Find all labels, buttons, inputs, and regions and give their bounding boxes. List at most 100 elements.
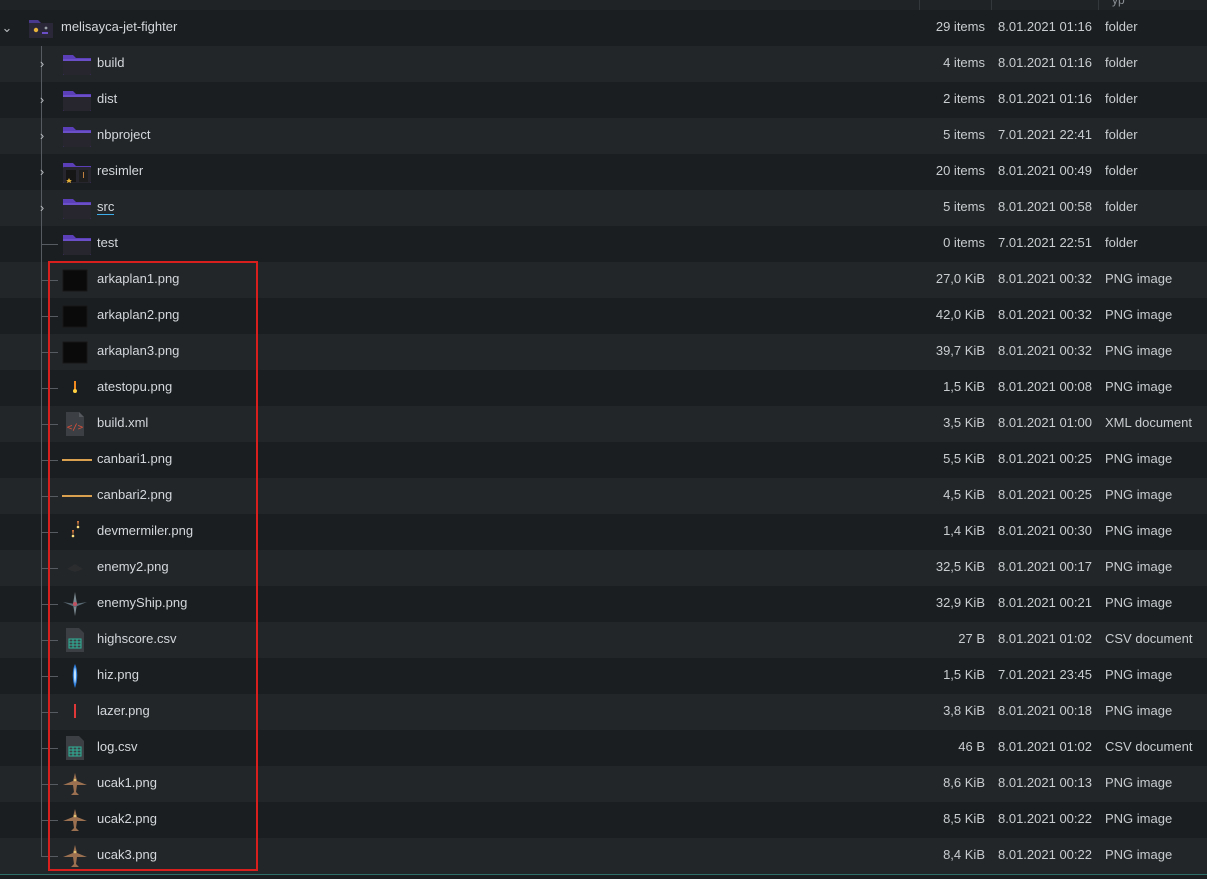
file-name: nbproject	[97, 127, 151, 142]
file-date: 8.01.2021 00:18	[998, 703, 1092, 718]
tree-row[interactable]: </> build.xml 3,5 KiB 8.01.2021 01:00 XML do…	[0, 406, 1207, 442]
tree-row[interactable]: arkaplan3.png 39,7 KiB 8.01.2021 00:32 PNG …	[0, 334, 1207, 370]
file-date: 8.01.2021 01:02	[998, 739, 1092, 754]
tree-branch-line	[41, 244, 58, 245]
file-type: PNG image	[1105, 847, 1173, 862]
file-size: 29 items	[935, 19, 985, 34]
file-date: 8.01.2021 00:32	[998, 343, 1092, 358]
folder-special-icon	[27, 14, 55, 42]
file-date: 8.01.2021 00:49	[998, 163, 1092, 178]
file-type: PNG image	[1105, 775, 1173, 790]
tree-branch-line	[41, 712, 58, 713]
tree-row[interactable]: canbari1.png 5,5 KiB 8.01.2021 00:25 PNG im…	[0, 442, 1207, 478]
tree-branch-line	[41, 838, 42, 857]
tree-row[interactable]: log.csv 46 B 8.01.2021 01:02 CSV document	[0, 730, 1207, 766]
tree-row-root[interactable]: ⌄ melisayca-jet-fighter 29 items 8.01.20…	[0, 10, 1207, 46]
file-type: folder	[1105, 199, 1138, 214]
tree-row[interactable]: › src 5 items 8.01.2021 00:58 folder	[0, 190, 1207, 226]
tree-row[interactable]: arkaplan2.png 42,0 KiB 8.01.2021 00:32 PNG …	[0, 298, 1207, 334]
column-separator[interactable]	[1098, 0, 1099, 10]
folder-icon	[61, 122, 91, 150]
tree-row[interactable]: enemyShip.png 32,9 KiB 8.01.2021 00:21 PNG …	[0, 586, 1207, 622]
file-name: ucak1.png	[97, 775, 157, 790]
tree-row[interactable]: highscore.csv 27 B 8.01.2021 01:02 CSV docu…	[0, 622, 1207, 658]
file-size: 32,9 KiB	[935, 595, 985, 610]
file-size: 2 items	[943, 91, 985, 106]
tree-row[interactable]: › build 4 items 8.01.2021 01:16 folder	[0, 46, 1207, 82]
tree-branch-line	[41, 640, 58, 641]
view-bottom-border	[0, 874, 1207, 875]
file-name: build.xml	[97, 415, 149, 430]
speed-boost-thumbnail-icon	[61, 662, 89, 690]
file-date: 7.01.2021 23:45	[998, 667, 1092, 682]
file-size: 1,5 KiB	[943, 379, 985, 394]
dark-background-thumbnail-icon	[61, 302, 89, 330]
file-type: PNG image	[1105, 379, 1173, 394]
file-type: folder	[1105, 55, 1138, 70]
plane-thumbnail-icon	[61, 806, 89, 834]
enemy-thumbnail-icon	[61, 554, 89, 582]
file-size: 27,0 KiB	[935, 271, 985, 286]
file-name: build	[97, 55, 125, 70]
health-bar-thumbnail-icon	[61, 482, 92, 510]
fireball-thumbnail-icon	[61, 374, 89, 402]
tree-branch-line	[41, 532, 58, 533]
file-date: 8.01.2021 00:22	[998, 811, 1092, 826]
file-name: arkaplan2.png	[97, 307, 180, 322]
tree-row[interactable]: arkaplan1.png 27,0 KiB 8.01.2021 00:32 PNG …	[0, 262, 1207, 298]
file-name: highscore.csv	[97, 631, 177, 646]
file-type: folder	[1105, 163, 1138, 178]
file-date: 8.01.2021 00:08	[998, 379, 1092, 394]
tree-row[interactable]: ucak1.png 8,6 KiB 8.01.2021 00:13 PNG image	[0, 766, 1207, 802]
file-type: PNG image	[1105, 307, 1173, 322]
chevron-right-icon[interactable]: ›	[35, 164, 49, 180]
file-size: 4,5 KiB	[943, 487, 985, 502]
column-separator[interactable]	[991, 0, 992, 10]
dark-background-thumbnail-icon	[61, 266, 89, 294]
tree-branch-line	[41, 316, 58, 317]
file-size: 27 B	[958, 631, 985, 646]
tree-branch-line	[41, 748, 58, 749]
file-date: 8.01.2021 00:30	[998, 523, 1092, 538]
file-size: 5,5 KiB	[943, 451, 985, 466]
tree-row[interactable]: enemy2.png 32,5 KiB 8.01.2021 00:17 PNG ima…	[0, 550, 1207, 586]
plane-thumbnail-icon	[61, 842, 89, 870]
tree-row[interactable]: lazer.png 3,8 KiB 8.01.2021 00:18 PNG image	[0, 694, 1207, 730]
file-type: folder	[1105, 19, 1138, 34]
tree-row[interactable]: devmermiler.png 1,4 KiB 8.01.2021 00:30 PNG…	[0, 514, 1207, 550]
file-size: 4 items	[943, 55, 985, 70]
tree-row[interactable]: ucak2.png 8,5 KiB 8.01.2021 00:22 PNG image	[0, 802, 1207, 838]
file-date: 8.01.2021 01:16	[998, 91, 1092, 106]
file-type: folder	[1105, 235, 1138, 250]
chevron-right-icon[interactable]: ›	[35, 56, 49, 72]
file-name: canbari2.png	[97, 487, 173, 502]
tree-row[interactable]: ucak3.png 8,4 KiB 8.01.2021 00:22 PNG image	[0, 838, 1207, 874]
file-size: 46 B	[958, 739, 985, 754]
tree-row[interactable]: › resimler 20 items 8.01.2021 00:49 folder	[0, 154, 1207, 190]
file-date: 8.01.2021 01:00	[998, 415, 1092, 430]
folder-icon	[61, 86, 91, 114]
file-name: lazer.png	[97, 703, 150, 718]
file-date: 8.01.2021 00:17	[998, 559, 1092, 574]
tree-row[interactable]: › nbproject 5 items 7.01.2021 22:41 folder	[0, 118, 1207, 154]
file-date: 8.01.2021 00:21	[998, 595, 1092, 610]
file-size: 0 items	[943, 235, 985, 250]
file-name: arkaplan1.png	[97, 271, 180, 286]
tree-row[interactable]: › dist 2 items 8.01.2021 01:16 folder	[0, 82, 1207, 118]
tree-branch-line	[41, 388, 58, 389]
column-header-type[interactable]: yp	[1112, 0, 1125, 7]
chevron-right-icon[interactable]: ›	[35, 200, 49, 216]
file-date: 8.01.2021 01:02	[998, 631, 1092, 646]
file-type: PNG image	[1105, 451, 1173, 466]
file-size: 5 items	[943, 127, 985, 142]
chevron-right-icon[interactable]: ›	[35, 92, 49, 108]
tree-row[interactable]: canbari2.png 4,5 KiB 8.01.2021 00:25 PNG im…	[0, 478, 1207, 514]
tree-row[interactable]: test 0 items 7.01.2021 22:51 folder	[0, 226, 1207, 262]
file-date: 8.01.2021 01:16	[998, 55, 1092, 70]
tree-row[interactable]: hiz.png 1,5 KiB 7.01.2021 23:45 PNG image	[0, 658, 1207, 694]
chevron-right-icon[interactable]: ›	[35, 128, 49, 144]
tree-row[interactable]: atestopu.png 1,5 KiB 8.01.2021 00:08 PNG im…	[0, 370, 1207, 406]
chevron-down-icon[interactable]: ⌄	[0, 20, 14, 36]
file-type: folder	[1105, 127, 1138, 142]
column-separator[interactable]	[919, 0, 920, 10]
